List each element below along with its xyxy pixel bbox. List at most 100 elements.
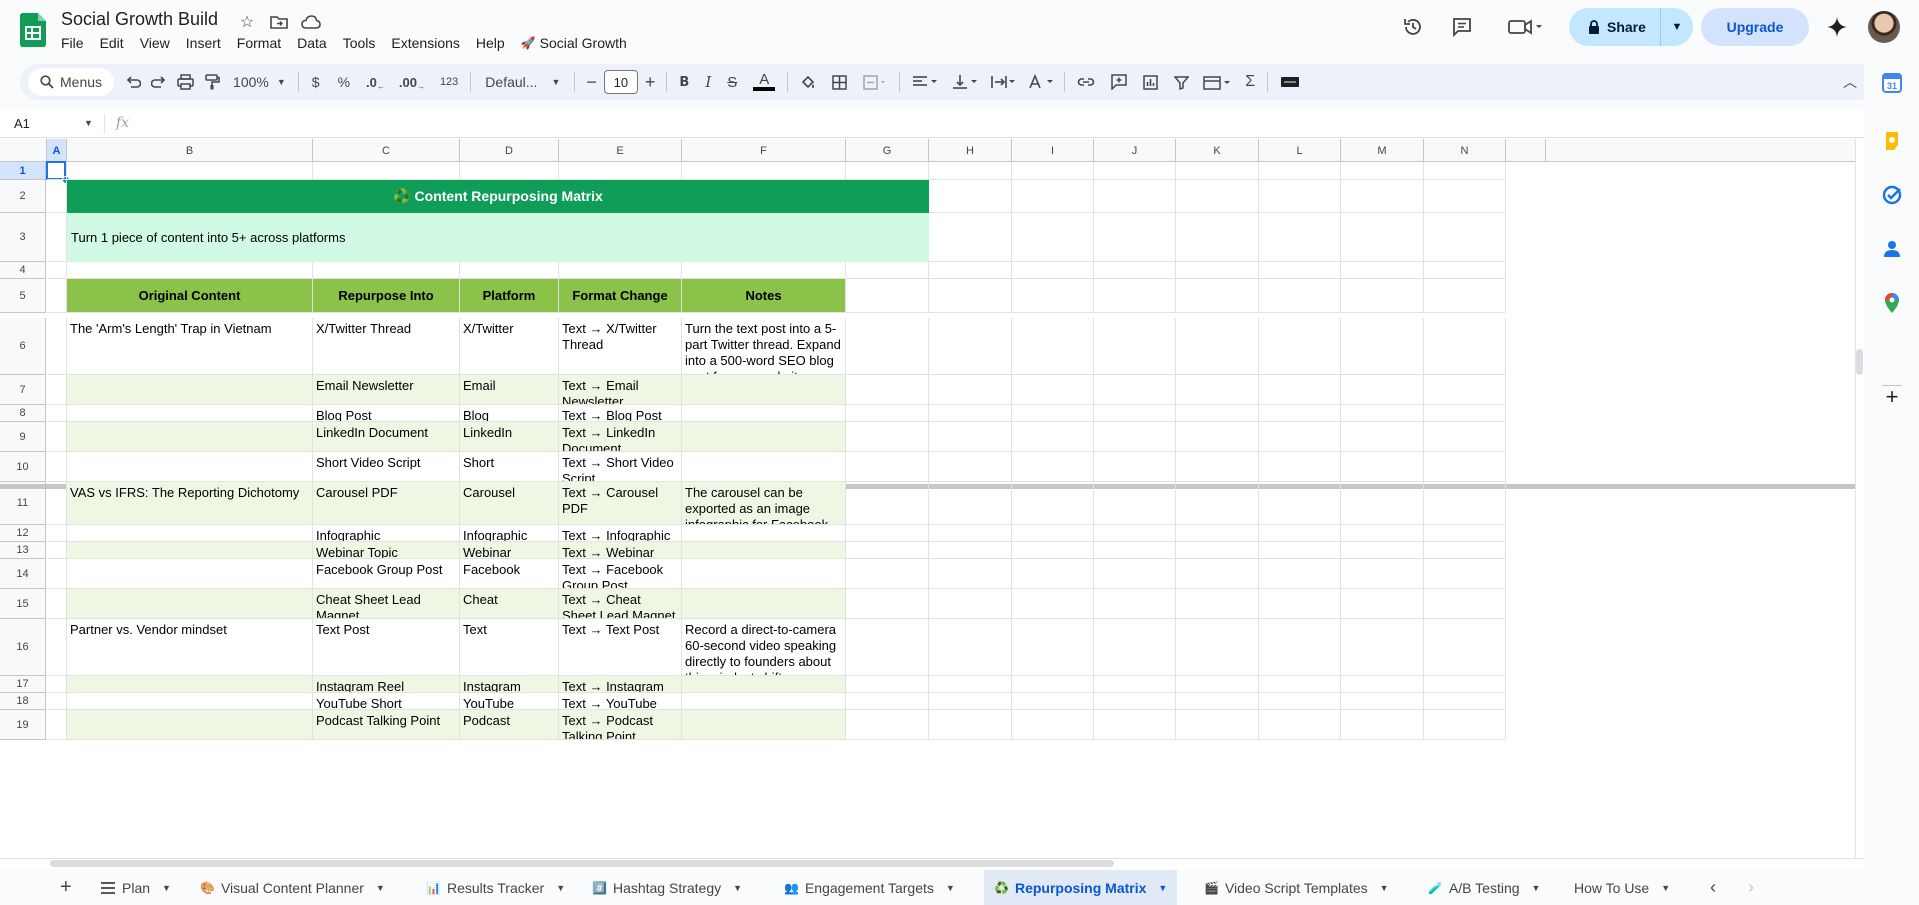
grid-cell[interactable] <box>1341 213 1424 262</box>
grid-cell[interactable] <box>67 262 313 279</box>
sheet-tab-a-b-testing[interactable]: 🧪 A/B Testing ▼ <box>1418 870 1550 905</box>
grid-cell[interactable] <box>1094 452 1176 482</box>
grid-cell[interactable] <box>1259 405 1341 422</box>
header-repurpose-into[interactable]: Repurpose Into <box>313 279 460 313</box>
number-format-button[interactable]: 123 <box>432 68 466 96</box>
notes-cell[interactable] <box>682 676 846 693</box>
grid-cell[interactable] <box>929 710 1012 740</box>
sheet-tab-visual-content-planner[interactable]: 🎨 Visual Content Planner ▼ <box>190 870 395 905</box>
grid-cell[interactable] <box>1012 525 1094 542</box>
insert-comment-icon[interactable] <box>1103 68 1135 96</box>
notes-cell[interactable] <box>682 589 846 619</box>
font-select[interactable]: Defaul... ▼ <box>475 68 570 96</box>
insert-link-icon[interactable] <box>1069 68 1103 96</box>
grid-cell[interactable] <box>1259 180 1341 213</box>
original-content-cell[interactable] <box>67 542 313 559</box>
platform-cell[interactable]: X/Twitter <box>460 318 559 375</box>
grid-cell[interactable] <box>929 559 1012 589</box>
platform-cell[interactable]: Facebook <box>460 559 559 589</box>
grid-cell[interactable] <box>47 482 67 525</box>
grid-cell[interactable] <box>1176 525 1259 542</box>
undo-icon[interactable] <box>120 68 146 96</box>
original-content-cell[interactable] <box>67 452 313 482</box>
chevron-down-icon[interactable]: ▼ <box>1532 883 1541 893</box>
row-header-5[interactable]: 5 <box>0 279 46 313</box>
grid-cell[interactable] <box>1012 279 1094 313</box>
grid-cell[interactable] <box>47 452 67 482</box>
grid-cell[interactable] <box>1176 213 1259 262</box>
grid-cell[interactable] <box>1341 318 1424 375</box>
grid-cell[interactable] <box>1012 318 1094 375</box>
grid-cell[interactable] <box>47 213 67 262</box>
chevron-down-icon[interactable]: ▼ <box>1380 883 1389 893</box>
grid-cell[interactable] <box>929 318 1012 375</box>
platform-cell[interactable]: Infographic <box>460 525 559 542</box>
grid-cell[interactable] <box>1259 162 1341 180</box>
grid-cell[interactable] <box>1424 318 1506 375</box>
grid-cell[interactable] <box>1012 162 1094 180</box>
original-content-cell[interactable]: The 'Arm's Length' Trap in Vietnam <box>67 318 313 375</box>
repurpose-into-cell[interactable]: X/Twitter Thread <box>313 318 460 375</box>
notes-cell[interactable] <box>682 710 846 740</box>
grid-cell[interactable] <box>47 375 67 405</box>
grid-cell[interactable] <box>929 279 1012 313</box>
insert-chart-icon[interactable] <box>1135 68 1166 96</box>
grid-cell[interactable] <box>1176 710 1259 740</box>
grid-cell[interactable] <box>1094 542 1176 559</box>
grid-cell[interactable] <box>1012 375 1094 405</box>
chevron-down-icon[interactable]: ▼ <box>376 883 385 893</box>
fill-color-icon[interactable] <box>792 68 824 96</box>
grid-cell[interactable] <box>1341 525 1424 542</box>
bold-button[interactable]: B <box>671 68 697 96</box>
grid-cell[interactable] <box>1424 710 1506 740</box>
grid-cell[interactable] <box>1176 676 1259 693</box>
grid-cell[interactable] <box>1176 589 1259 619</box>
grid-cell[interactable] <box>47 279 67 313</box>
contacts-icon[interactable] <box>1881 238 1903 260</box>
notes-cell[interactable] <box>682 693 846 710</box>
format-change-cell[interactable]: Text → Podcast Talking Point <box>559 710 682 740</box>
grid-cell[interactable] <box>1259 542 1341 559</box>
grid-cell[interactable] <box>1259 710 1341 740</box>
chevron-down-icon[interactable]: ▼ <box>1158 883 1167 893</box>
column-header-c[interactable]: C <box>313 139 460 162</box>
grid-cell[interactable] <box>1094 405 1176 422</box>
repurpose-into-cell[interactable]: Email Newsletter <box>313 375 460 405</box>
grid-cell[interactable] <box>1012 559 1094 589</box>
grid-cell[interactable] <box>47 710 67 740</box>
grid-cell[interactable] <box>1176 542 1259 559</box>
menu-file[interactable]: File <box>53 34 92 52</box>
format-change-cell[interactable]: Text → Email Newsletter <box>559 375 682 405</box>
column-header-j[interactable]: J <box>1094 139 1176 162</box>
row-header-13[interactable]: 13 <box>0 542 46 559</box>
grid-cell[interactable] <box>1424 405 1506 422</box>
horizontal-scroll-thumb[interactable] <box>50 860 1114 867</box>
notes-cell[interactable] <box>682 422 846 452</box>
menu-social-growth[interactable]: 🚀 Social Growth <box>513 34 635 52</box>
grid-cell[interactable] <box>1424 262 1506 279</box>
repurpose-into-cell[interactable]: Facebook Group Post <box>313 559 460 589</box>
sheet-tab-how-to-use[interactable]: How To Use ▼ <box>1564 870 1680 905</box>
chevron-down-icon[interactable]: ▼ <box>733 883 742 893</box>
grid-cell[interactable] <box>1012 619 1094 676</box>
grid-cell[interactable] <box>1012 180 1094 213</box>
tasks-icon[interactable] <box>1881 184 1903 206</box>
grid-cell[interactable] <box>460 162 559 180</box>
menu-extensions[interactable]: Extensions <box>383 34 467 52</box>
notes-cell[interactable]: Turn the text post into a 5-part Twitter… <box>682 318 846 375</box>
increase-decimal-button[interactable]: .00 → <box>392 68 432 96</box>
column-header-b[interactable]: B <box>67 139 313 162</box>
grid-cell[interactable] <box>929 375 1012 405</box>
grid-cell[interactable] <box>1259 279 1341 313</box>
grid-cell[interactable] <box>929 180 1012 213</box>
row-header-18[interactable]: 18 <box>0 693 46 710</box>
avatar[interactable] <box>1868 11 1900 43</box>
grid-cell[interactable] <box>1259 589 1341 619</box>
original-content-cell[interactable] <box>67 559 313 589</box>
grid-cell[interactable] <box>1424 452 1506 482</box>
grid-cell[interactable] <box>559 262 682 279</box>
grid-cell[interactable] <box>559 162 682 180</box>
grid-cell[interactable] <box>1012 452 1094 482</box>
grid-cell[interactable] <box>846 710 929 740</box>
platform-cell[interactable]: LinkedIn <box>460 422 559 452</box>
